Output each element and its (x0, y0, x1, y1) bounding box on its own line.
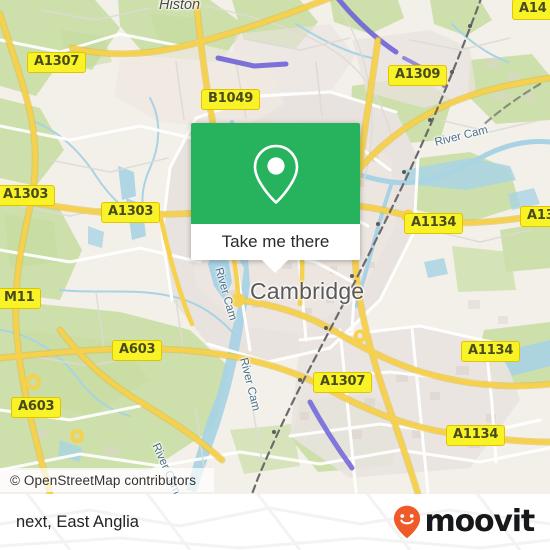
moovit-smiley-pin-icon (393, 505, 420, 539)
road-shield-a1303: A1303 (101, 202, 161, 224)
road-shield-a603: A603 (11, 397, 62, 419)
road-shield-a1309: A1309 (388, 65, 448, 87)
road-shield-a1134: A1134 (446, 425, 506, 447)
road-shield-a14: A14 (512, 0, 550, 21)
location-pin-icon (253, 144, 298, 204)
road-shield-a1307: A1307 (313, 372, 373, 394)
road-shield-m11: M11 (0, 288, 42, 310)
moovit-wordmark: moovit (424, 504, 536, 539)
moovit-map-screenshot: .grn{fill:#cde0ab} .grnd{fill:#c3da9c} .… (0, 0, 550, 550)
road-shield-a1134: A1134 (404, 213, 464, 235)
map-canvas[interactable]: .grn{fill:#cde0ab} .grnd{fill:#c3da9c} .… (0, 0, 550, 494)
road-shield-a1307: A1307 (27, 52, 87, 74)
road-shield-a1303: A1303 (520, 206, 550, 228)
place-label-histon: Histon (159, 0, 201, 13)
road-shield-a603: A603 (112, 340, 163, 362)
road-shield-a1303: A1303 (0, 185, 56, 207)
road-shield-a1134: A1134 (461, 341, 521, 363)
moovit-logo[interactable]: moovit (393, 504, 536, 539)
map-attribution-text: © OpenStreetMap contributors (10, 472, 197, 488)
map-attribution[interactable]: © OpenStreetMap contributors (0, 468, 214, 492)
take-me-there-callout[interactable]: Take me there (191, 123, 360, 260)
road-shield-b1049: B1049 (201, 89, 261, 111)
callout-image-area (191, 123, 360, 224)
footer-bar: next, East Anglia moovit (0, 494, 550, 550)
callout-pointer (261, 259, 289, 273)
callout-action-label: Take me there (221, 232, 330, 251)
callout-action-bar[interactable]: Take me there (191, 224, 360, 260)
place-label-cambridge: Cambridge (250, 278, 365, 304)
location-title: next, East Anglia (16, 512, 139, 531)
